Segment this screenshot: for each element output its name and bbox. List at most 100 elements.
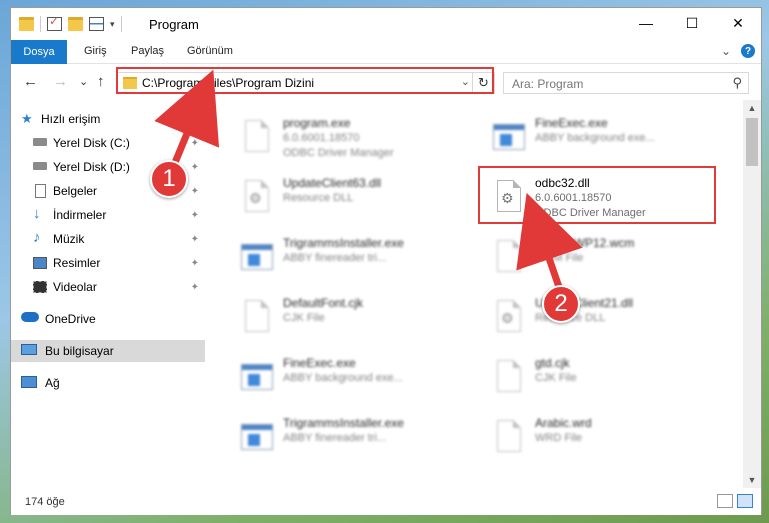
file-tile[interactable]: TrigrammsInstaller.exe ABBY finereader t… xyxy=(227,410,457,468)
status-bar: 174 öğe xyxy=(11,488,761,515)
file-tile[interactable]: program.exe 6.0.6001.18570 ODBC Driver M… xyxy=(227,110,457,168)
file-name: AccessWP12.wcm xyxy=(535,236,635,250)
pin-icon[interactable]: ✦ xyxy=(191,138,199,149)
pin-icon[interactable]: ✦ xyxy=(191,282,199,293)
computer-icon xyxy=(21,344,37,355)
address-bar-highlight xyxy=(116,67,494,94)
scroll-down-arrow-icon[interactable]: ▼ xyxy=(743,472,761,488)
pin-icon[interactable]: ✦ xyxy=(191,186,199,197)
sidebar-item-downloads[interactable]: ↓ İndirmeler ✦ xyxy=(11,204,205,226)
sidebar-item-quick-access[interactable]: ★ Hızlı erişim xyxy=(11,108,205,130)
new-folder-icon[interactable] xyxy=(68,17,83,31)
exe-icon xyxy=(241,420,273,456)
sidebar-item-network[interactable]: Ağ xyxy=(11,372,205,394)
tab-view[interactable]: Görünüm xyxy=(187,45,233,57)
minimize-button[interactable]: — xyxy=(623,8,669,38)
file-icon xyxy=(493,420,523,456)
pin-icon[interactable]: ✦ xyxy=(191,210,199,221)
file-description: ABBY background exe... xyxy=(535,132,655,144)
network-icon xyxy=(21,376,37,388)
file-tile[interactable]: Arabic.wrd WRD File xyxy=(479,410,709,468)
vertical-scrollbar[interactable]: ▲ ▼ xyxy=(743,100,761,488)
tab-file[interactable]: Dosya xyxy=(11,40,67,64)
search-placeholder[interactable]: Ara: Program xyxy=(512,77,583,91)
file-tile[interactable]: TrigrammsInstaller.exe ABBY finereader t… xyxy=(227,230,457,288)
properties-check-icon[interactable] xyxy=(47,14,62,31)
scroll-thumb[interactable] xyxy=(746,118,758,166)
file-tile[interactable]: gtd.cjk CJK File xyxy=(479,350,709,408)
sidebar-item-label: Hızlı erişim xyxy=(41,112,101,126)
sidebar-item-label: Videolar xyxy=(53,280,97,294)
close-button[interactable]: ✕ xyxy=(715,8,761,38)
rename-icon[interactable] xyxy=(89,17,104,31)
sidebar-item-music[interactable]: ♪ Müzik ✦ xyxy=(11,228,205,250)
pin-icon[interactable]: ✦ xyxy=(191,162,199,173)
tab-share[interactable]: Paylaş xyxy=(131,45,164,57)
sidebar-item-local-disk-c[interactable]: Yerel Disk (C:) ✦ xyxy=(11,132,205,154)
sidebar-item-label: OneDrive xyxy=(45,312,96,326)
file-name: FineExec.exe xyxy=(283,356,356,370)
file-tile[interactable]: FineExec.exe ABBY background exe... xyxy=(479,110,709,168)
help-icon[interactable]: ? xyxy=(741,44,755,58)
expand-ribbon-chevron-icon[interactable]: ⌄ xyxy=(721,44,731,58)
file-name: gtd.cjk xyxy=(535,356,570,370)
exe-icon xyxy=(493,120,525,156)
dll-icon: ⚙ xyxy=(493,300,523,336)
scroll-up-arrow-icon[interactable]: ▲ xyxy=(743,100,761,116)
folder-icon xyxy=(19,17,34,31)
title-bar: ▾ Program — ☐ ✕ xyxy=(11,8,761,40)
sidebar-item-label: Yerel Disk (C:) xyxy=(53,136,130,150)
search-box[interactable]: Ara: Program ⚲ xyxy=(503,72,749,94)
file-tile[interactable]: FineExec.exe ABBY background exe... xyxy=(227,350,457,408)
sidebar-item-label: Ağ xyxy=(45,376,60,390)
ribbon-right-controls: ⌄ ? xyxy=(721,44,755,58)
tab-home[interactable]: Giriş xyxy=(84,45,107,57)
file-description: ABBY background exe... xyxy=(283,372,403,384)
customize-toolbar-chevron-icon[interactable]: ▾ xyxy=(110,19,115,30)
toolbar-divider xyxy=(120,16,122,32)
star-icon: ★ xyxy=(21,111,33,126)
file-name: program.exe xyxy=(283,116,351,130)
file-name: TrigrammsInstaller.exe xyxy=(283,236,404,250)
installer-icon xyxy=(241,120,271,156)
file-tile[interactable]: ⚙ UpdateClient63.dll Resource DLL xyxy=(227,170,457,228)
details-view-icon[interactable] xyxy=(717,494,733,508)
sidebar-item-pictures[interactable]: Resimler ✦ xyxy=(11,252,205,274)
search-icon[interactable]: ⚲ xyxy=(732,75,742,91)
quick-access-toolbar: ▾ xyxy=(19,14,122,32)
sidebar-item-this-pc[interactable]: Bu bilgisayar xyxy=(11,340,205,362)
sidebar-item-label: İndirmeler xyxy=(53,208,107,222)
exe-icon xyxy=(241,360,273,396)
file-description: Resource DLL xyxy=(283,192,354,204)
pin-icon[interactable]: ✦ xyxy=(191,258,199,269)
music-icon: ♪ xyxy=(33,229,41,246)
sidebar-item-label: Belgeler xyxy=(53,184,98,198)
tiles-view-icon[interactable] xyxy=(737,494,753,508)
file-tile[interactable]: ⚙ UpdateClient21.dll Resource DLL xyxy=(479,290,709,348)
file-description: ODBC Driver Manager xyxy=(283,147,394,159)
sidebar-item-onedrive[interactable]: OneDrive xyxy=(11,308,205,330)
maximize-button[interactable]: ☐ xyxy=(669,8,715,38)
file-tile[interactable]: DefaultFont.cjk CJK File xyxy=(227,290,457,348)
file-tile[interactable]: AccessWP12.wcm WCM File xyxy=(479,230,709,288)
file-name: FineExec.exe xyxy=(535,116,608,130)
forward-arrow-icon[interactable]: → xyxy=(53,73,68,90)
documents-icon xyxy=(35,184,46,198)
back-arrow-icon[interactable]: ← xyxy=(23,73,38,90)
navigation-pane: ★ Hızlı erişim Yerel Disk (C:) ✦ Yerel D… xyxy=(11,100,205,488)
pin-icon[interactable]: ✦ xyxy=(191,234,199,245)
sidebar-item-label: Yerel Disk (D:) xyxy=(53,160,130,174)
exe-icon xyxy=(241,240,273,276)
window-controls: — ☐ ✕ xyxy=(623,8,761,38)
dll-icon: ⚙ xyxy=(241,180,271,216)
up-arrow-icon[interactable]: ↑ xyxy=(97,73,105,90)
drive-icon xyxy=(33,162,47,170)
file-description: WCM File xyxy=(535,252,584,264)
cloud-icon xyxy=(21,312,39,322)
sidebar-item-label: Resimler xyxy=(53,256,101,270)
file-version: 6.0.6001.18570 xyxy=(283,132,360,144)
sidebar-item-videos[interactable]: Videolar ✦ xyxy=(11,276,205,298)
step-marker-1: 1 xyxy=(150,160,188,198)
file-name: DefaultFont.cjk xyxy=(283,296,364,310)
recent-locations-chevron-icon[interactable]: ⌄ xyxy=(79,75,88,88)
